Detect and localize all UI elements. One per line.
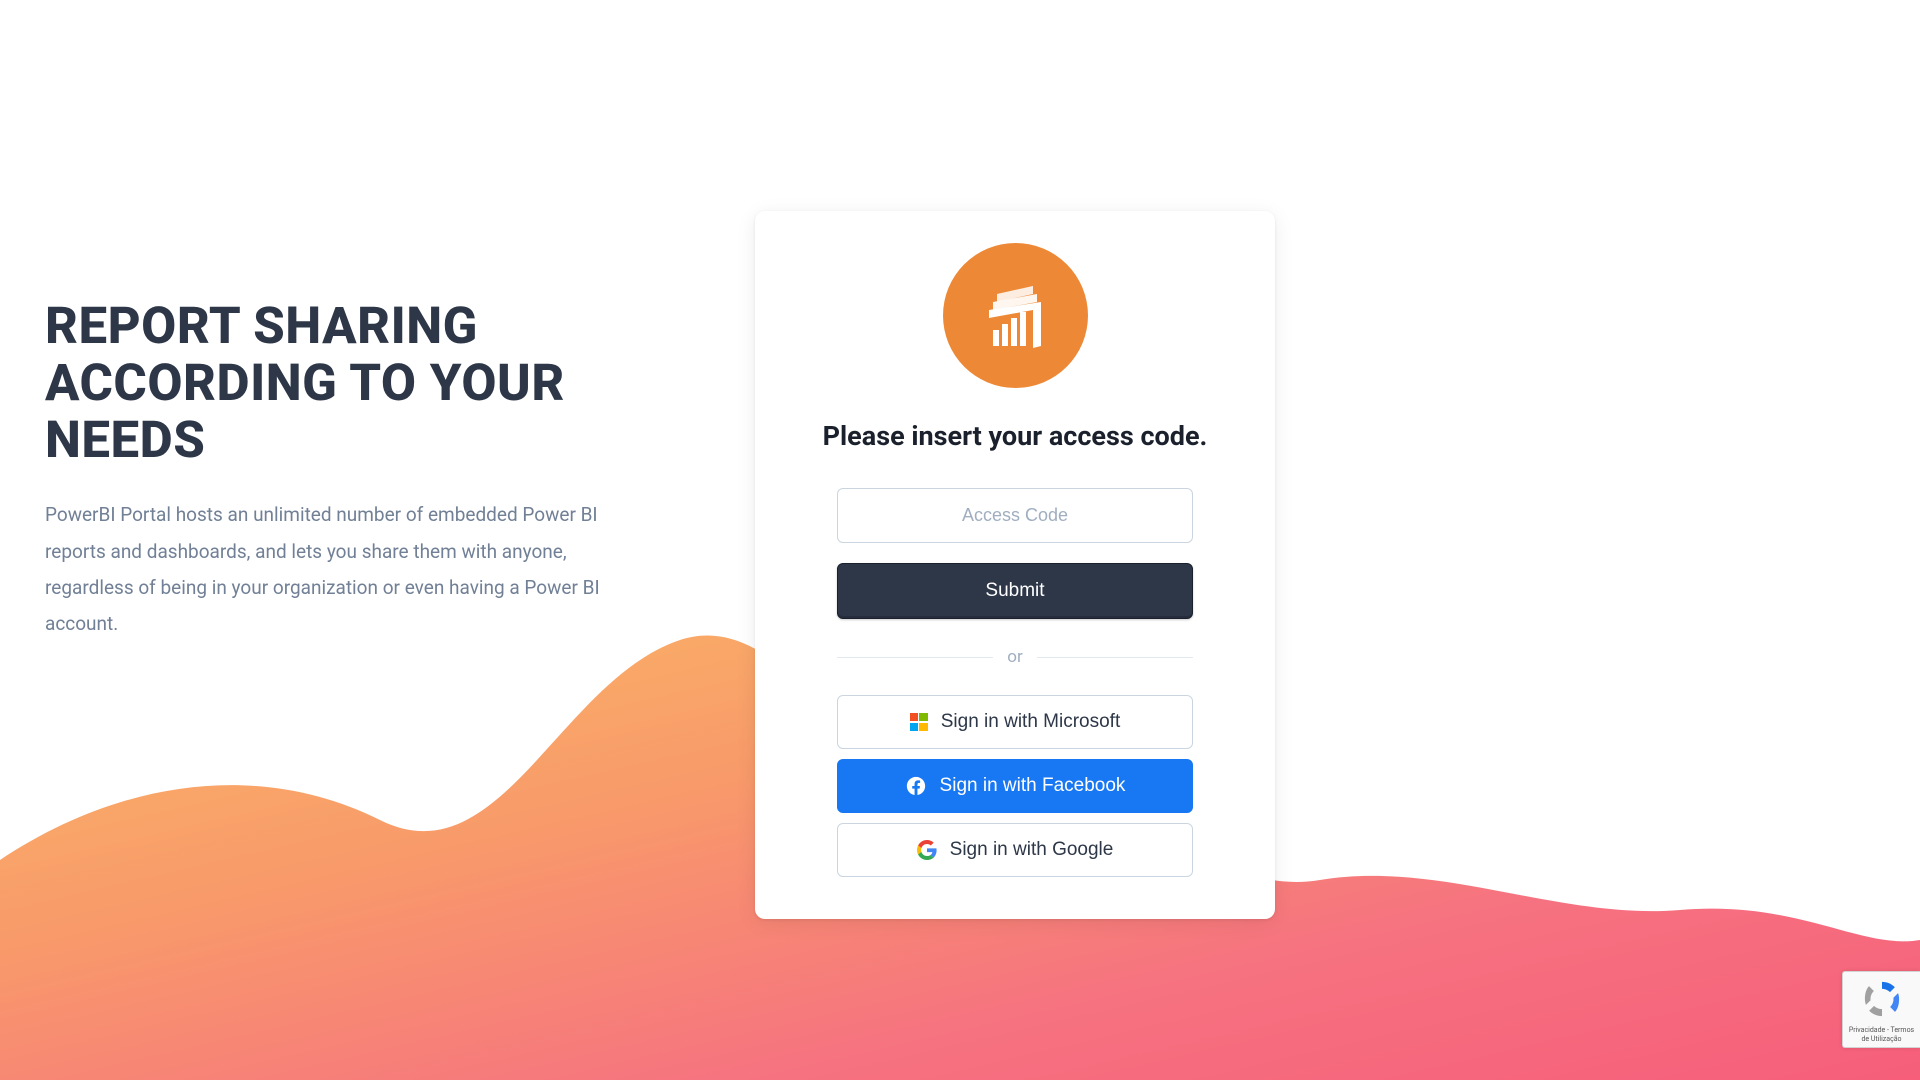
google-icon bbox=[917, 840, 937, 860]
access-code-input[interactable] bbox=[837, 488, 1193, 543]
divider-label: or bbox=[993, 647, 1036, 667]
recaptcha-terms: Privacidade - Termos de Utilização bbox=[1847, 1026, 1916, 1043]
login-card: Please insert your access code. Submit o… bbox=[755, 211, 1275, 919]
or-divider: or bbox=[837, 647, 1193, 667]
hero-section: REPORT SHARING ACCORDING TO YOUR NEEDS P… bbox=[45, 298, 665, 782]
signin-facebook-button[interactable]: Sign in with Facebook bbox=[837, 759, 1193, 813]
microsoft-label: Sign in with Microsoft bbox=[941, 711, 1121, 733]
facebook-icon bbox=[905, 775, 927, 797]
submit-button[interactable]: Submit bbox=[837, 563, 1193, 619]
signin-microsoft-button[interactable]: Sign in with Microsoft bbox=[837, 695, 1193, 749]
google-label: Sign in with Google bbox=[950, 839, 1114, 861]
recaptcha-icon bbox=[1863, 980, 1901, 1018]
facebook-label: Sign in with Facebook bbox=[940, 775, 1126, 797]
hero-title: REPORT SHARING ACCORDING TO YOUR NEEDS bbox=[45, 298, 605, 469]
hero-description: PowerBI Portal hosts an unlimited number… bbox=[45, 497, 605, 641]
brand-logo-icon bbox=[943, 243, 1088, 388]
recaptcha-badge[interactable]: Privacidade - Termos de Utilização bbox=[1842, 971, 1920, 1048]
card-heading: Please insert your access code. bbox=[797, 420, 1233, 452]
signin-google-button[interactable]: Sign in with Google bbox=[837, 823, 1193, 877]
microsoft-icon bbox=[910, 713, 928, 731]
